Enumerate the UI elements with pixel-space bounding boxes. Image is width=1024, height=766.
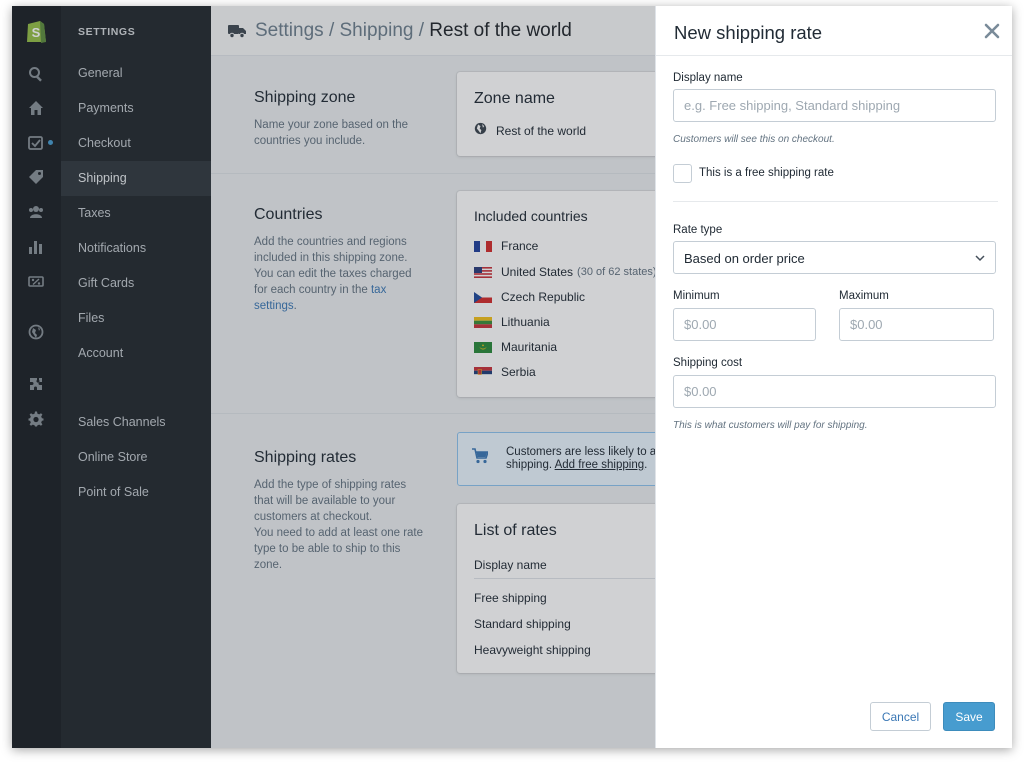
rate-type-label: Rate type: [673, 224, 723, 236]
display-name-label: Display name: [673, 72, 743, 84]
free-shipping-checkbox[interactable]: [673, 164, 692, 183]
new-shipping-rate-panel: New shipping rate Display name Customers…: [655, 6, 1012, 748]
cancel-button[interactable]: Cancel: [870, 702, 931, 731]
free-shipping-checkbox-label[interactable]: This is a free shipping rate: [699, 167, 834, 179]
chevron-down-icon: [975, 255, 985, 262]
rate-type-select[interactable]: Based on order price: [673, 241, 996, 274]
panel-section-divider: [673, 201, 998, 202]
shipping-cost-field[interactable]: [673, 375, 996, 408]
shipping-cost-label: Shipping cost: [673, 357, 743, 369]
shipping-cost-help: This is what customers will pay for ship…: [673, 420, 868, 431]
save-button[interactable]: Save: [943, 702, 995, 731]
display-name-help: Customers will see this on checkout.: [673, 134, 835, 145]
rate-type-value: Based on order price: [684, 251, 805, 266]
maximum-field[interactable]: [839, 308, 994, 341]
panel-title: New shipping rate: [674, 22, 823, 43]
maximum-label: Maximum: [839, 290, 889, 302]
modal-backdrop[interactable]: [12, 6, 655, 748]
close-icon[interactable]: [981, 20, 1003, 42]
panel-header-divider: [656, 55, 1012, 56]
minimum-field[interactable]: [673, 308, 816, 341]
minimum-label: Minimum: [673, 290, 720, 302]
app-window: S SETTINGS General Payments Checkout Shi…: [12, 6, 1012, 748]
display-name-field[interactable]: [673, 89, 996, 122]
